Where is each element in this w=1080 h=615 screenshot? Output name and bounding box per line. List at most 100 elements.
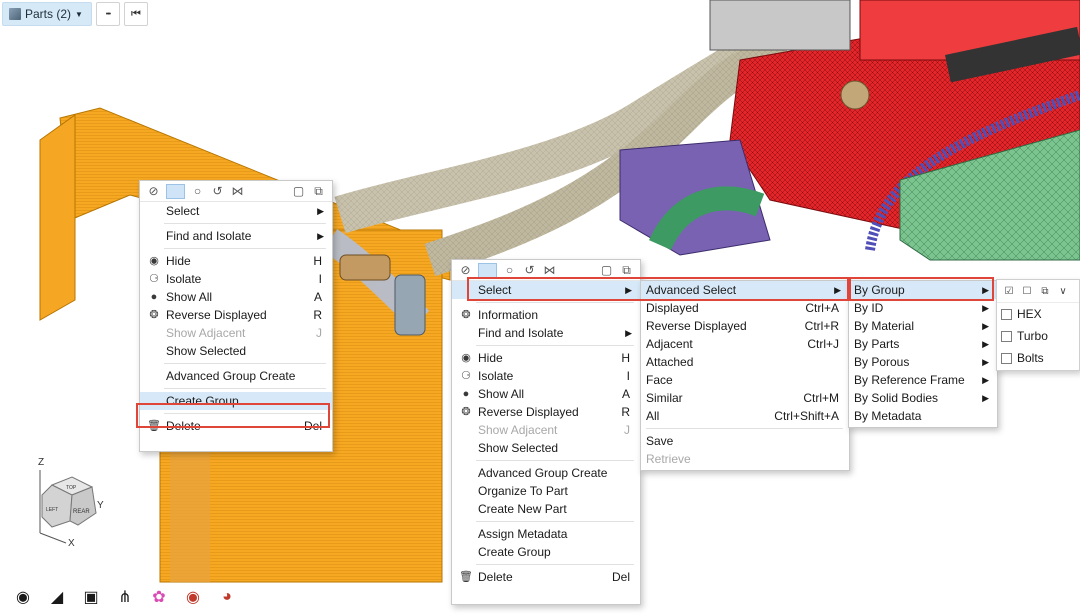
menu-item-retrieve[interactable]: Retrieve (641, 450, 849, 468)
lasso-select-icon[interactable]: ↺ (522, 263, 537, 278)
menu-item-isolate[interactable]: ⚆ Isolate I (140, 270, 332, 288)
menu-item-displayed[interactable]: Displayed Ctrl+A (641, 299, 849, 317)
chevron-right-icon: ▶ (982, 375, 989, 385)
group-label: HEX (1017, 307, 1042, 321)
menu-item-select[interactable]: Select ▶ (140, 202, 332, 220)
menu-item-by-material[interactable]: By Material ▶ (849, 317, 997, 335)
hide-shortcut: H (621, 351, 630, 365)
menu-item-hide[interactable]: ◉ Hide H (452, 349, 640, 367)
menu-item-information[interactable]: ❂ Information (452, 306, 640, 324)
menu-item-reverse-displayed[interactable]: ❂ Reverse Displayed R (452, 403, 640, 421)
polygon-select-icon[interactable]: ⋈ (230, 184, 245, 199)
menu-item-by-parts[interactable]: By Parts ▶ (849, 335, 997, 353)
section-view-icon[interactable]: ◢ (46, 586, 68, 608)
menu-item-show-selected[interactable]: Show Selected (452, 439, 640, 457)
box-select-icon[interactable] (166, 183, 185, 199)
group-checkbox[interactable] (1001, 330, 1012, 342)
menu-item-delete[interactable]: 🗑 Delete Del (140, 417, 332, 435)
show-all-shortcut: A (621, 387, 630, 401)
menu-item-create-group[interactable]: Create Group (140, 392, 332, 410)
axis-triad-icon[interactable]: ⋔ (114, 586, 136, 608)
menu-item-show-adjacent[interactable]: Show Adjacent J (452, 421, 640, 439)
polygon-select-icon[interactable]: ⋈ (542, 263, 557, 278)
copy-icon[interactable]: ⧉ (311, 184, 326, 199)
show-adjacent-shortcut: J (316, 326, 322, 340)
menu-item-show-selected[interactable]: Show Selected (140, 342, 332, 360)
adjacent-label: Adjacent (646, 337, 693, 351)
menu-item-adjacent[interactable]: Adjacent Ctrl+J (641, 335, 849, 353)
group-row-hex[interactable]: HEX (997, 303, 1079, 325)
menu-separator (164, 413, 326, 414)
view-cube[interactable]: REAR TOP LEFT (30, 465, 110, 545)
menu-item-advanced-select[interactable]: Advanced Select ▶ (641, 281, 849, 299)
menu-item-hide[interactable]: ◉ Hide H (140, 252, 332, 270)
menu-item-reverse-displayed[interactable]: Reverse Displayed Ctrl+R (641, 317, 849, 335)
check-all-icon[interactable]: ☑ (1003, 285, 1015, 297)
manifold[interactable] (709, 0, 851, 51)
menu-item-show-all[interactable]: ● Show All A (140, 288, 332, 306)
menu-item-create-group[interactable]: Create Group (452, 543, 640, 561)
group-row-bolts[interactable]: Bolts (997, 347, 1079, 369)
hide-shortcut: H (313, 254, 322, 268)
menu-item-create-new-part[interactable]: Create New Part (452, 500, 640, 518)
render-icon[interactable]: ◕ (216, 586, 238, 608)
reverse-label: Reverse Displayed (646, 319, 747, 333)
menu-item-reverse-displayed[interactable]: ❂ Reverse Displayed R (140, 306, 332, 324)
menu-item-face[interactable]: Face (641, 371, 849, 389)
expand-icon[interactable]: ∨ (1057, 285, 1069, 297)
model-display-icon[interactable]: ◉ (12, 586, 34, 608)
box-select-icon[interactable] (478, 262, 497, 278)
parts-dropdown[interactable]: Parts (2) ▼ (2, 2, 92, 26)
menu-item-all[interactable]: All Ctrl+Shift+A (641, 407, 849, 425)
menu-item-advanced-group-create[interactable]: Advanced Group Create (452, 464, 640, 482)
lasso-select-icon[interactable]: ↺ (210, 184, 225, 199)
window-icon[interactable]: ▢ (599, 263, 614, 278)
menu-item-advanced-group-create[interactable]: Advanced Group Create (140, 367, 332, 385)
menu-item-select[interactable]: Select ▶ (452, 281, 640, 299)
menu-item-find-isolate[interactable]: Find and Isolate ▶ (452, 324, 640, 342)
menu-item-assign-metadata[interactable]: Assign Metadata (452, 525, 640, 543)
collapse-button[interactable]: ⏮ (123, 2, 148, 26)
menu-item-by-metadata[interactable]: By Metadata (849, 407, 997, 425)
more-button[interactable]: ••• (95, 2, 120, 26)
menu-item-attached[interactable]: Attached (641, 353, 849, 371)
window-icon[interactable]: ▢ (291, 184, 306, 199)
menu-item-find-isolate[interactable]: Find and Isolate ▶ (140, 227, 332, 245)
trash-icon: 🗑 (147, 420, 161, 432)
retrieve-label: Retrieve (646, 452, 691, 466)
menu-item-similar[interactable]: Similar Ctrl+M (641, 389, 849, 407)
graphics-viewport[interactable]: Parts (2) ▼ ••• ⏮ Z X Y REAR TOP LEFT ⊘ … (0, 0, 1080, 615)
cube-view-icon[interactable]: ▣ (80, 586, 102, 608)
group-checkbox[interactable] (1001, 308, 1012, 320)
color-palette-icon[interactable]: ✿ (148, 586, 170, 608)
add-group-icon[interactable]: ⧉ (1039, 285, 1051, 297)
clamp-2[interactable] (394, 274, 426, 336)
no-select-icon[interactable]: ⊘ (146, 184, 161, 199)
no-select-icon[interactable]: ⊘ (458, 263, 473, 278)
menu-item-show-all[interactable]: ● Show All A (452, 385, 640, 403)
group-checkbox[interactable] (1001, 352, 1012, 364)
menu-item-delete[interactable]: 🗑 Delete Del (452, 568, 640, 586)
zoom-fit-icon[interactable]: ◉ (182, 586, 204, 608)
show-all-label: Show All (166, 290, 213, 304)
menu-item-isolate[interactable]: ⚆ Isolate I (452, 367, 640, 385)
menu-item-save[interactable]: Save (641, 432, 849, 450)
circle-select-icon[interactable]: ○ (190, 184, 205, 199)
chevron-down-icon: ▼ (75, 9, 83, 19)
menu-item-by-porous[interactable]: By Porous ▶ (849, 353, 997, 371)
menu-item-organize-to-part[interactable]: Organize To Part (452, 482, 640, 500)
clamp-1[interactable] (339, 254, 391, 281)
circle-select-icon[interactable]: ○ (502, 263, 517, 278)
delete-shortcut: Del (611, 570, 630, 584)
radiator-side[interactable] (39, 114, 76, 321)
menu-item-by-id[interactable]: By ID ▶ (849, 299, 997, 317)
menu-item-show-adjacent[interactable]: Show Adjacent J (140, 324, 332, 342)
copy-icon[interactable]: ⧉ (619, 263, 634, 278)
group-row-turbo[interactable]: Turbo (997, 325, 1079, 347)
menu-item-by-group[interactable]: By Group ▶ (849, 281, 997, 299)
uncheck-all-icon[interactable]: ☐ (1021, 285, 1033, 297)
group-panel-toolbar: ☑ ☐ ⧉ ∨ (997, 280, 1079, 303)
menu-item-by-reference-frame[interactable]: By Reference Frame ▶ (849, 371, 997, 389)
sensor[interactable] (840, 80, 870, 110)
menu-item-by-solid-bodies[interactable]: By Solid Bodies ▶ (849, 389, 997, 407)
